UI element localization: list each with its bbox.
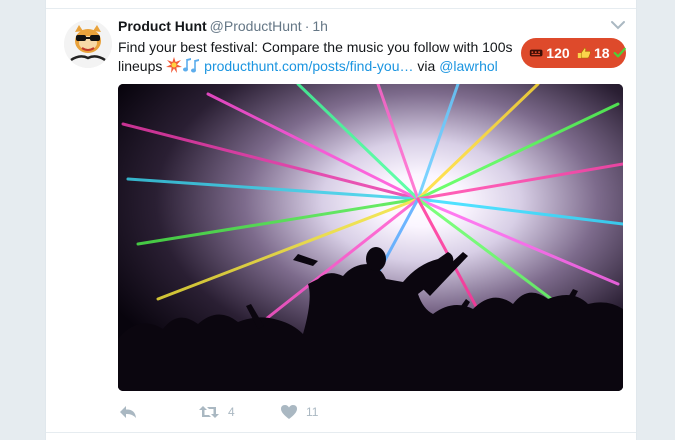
mention-link[interactable]: @lawrhol	[439, 58, 498, 74]
chevron-down-icon[interactable]	[610, 18, 626, 32]
header-separator: ·	[304, 18, 310, 34]
product-hunt-badge[interactable]: 120 18	[521, 38, 626, 68]
like-count: 11	[306, 405, 319, 419]
tweet-card: Product Hunt @ProductHunt · 1h Find your be…	[45, 0, 637, 440]
tweet-link[interactable]: producthunt.com/posts/find-you…	[204, 58, 413, 74]
divider-top	[46, 8, 636, 9]
tweet-photo[interactable]	[118, 84, 623, 391]
collision-emoji-icon	[166, 57, 183, 78]
checkmark-icon	[613, 47, 626, 58]
tweet-text: Find your best festival: Compare the mus…	[118, 38, 528, 78]
upvotes-count: 18	[593, 45, 610, 61]
author-name[interactable]: Product Hunt	[118, 18, 207, 34]
reply-button[interactable]	[118, 402, 138, 422]
like-button[interactable]: 11	[280, 402, 318, 422]
retweet-count: 4	[228, 405, 235, 419]
music-notes-emoji-icon	[182, 57, 200, 78]
comments-count: 120	[546, 45, 570, 61]
retweet-button[interactable]: 4	[198, 402, 235, 422]
via-text: via	[413, 58, 440, 74]
tweet-header: Product Hunt @ProductHunt · 1h	[118, 17, 328, 35]
tweet-actions: 4 11	[118, 402, 518, 422]
author-handle[interactable]: @ProductHunt	[210, 18, 302, 34]
heart-icon	[281, 405, 297, 419]
tweet-timestamp[interactable]: 1h	[312, 18, 328, 34]
thumbs-up-icon	[577, 47, 591, 59]
avatar-icon	[64, 20, 112, 68]
comments-icon	[529, 49, 543, 57]
divider-bottom	[46, 432, 636, 433]
retweet-icon	[199, 406, 219, 418]
concert-laser-photo	[118, 84, 623, 391]
reply-icon	[120, 406, 136, 418]
avatar[interactable]	[64, 20, 112, 68]
